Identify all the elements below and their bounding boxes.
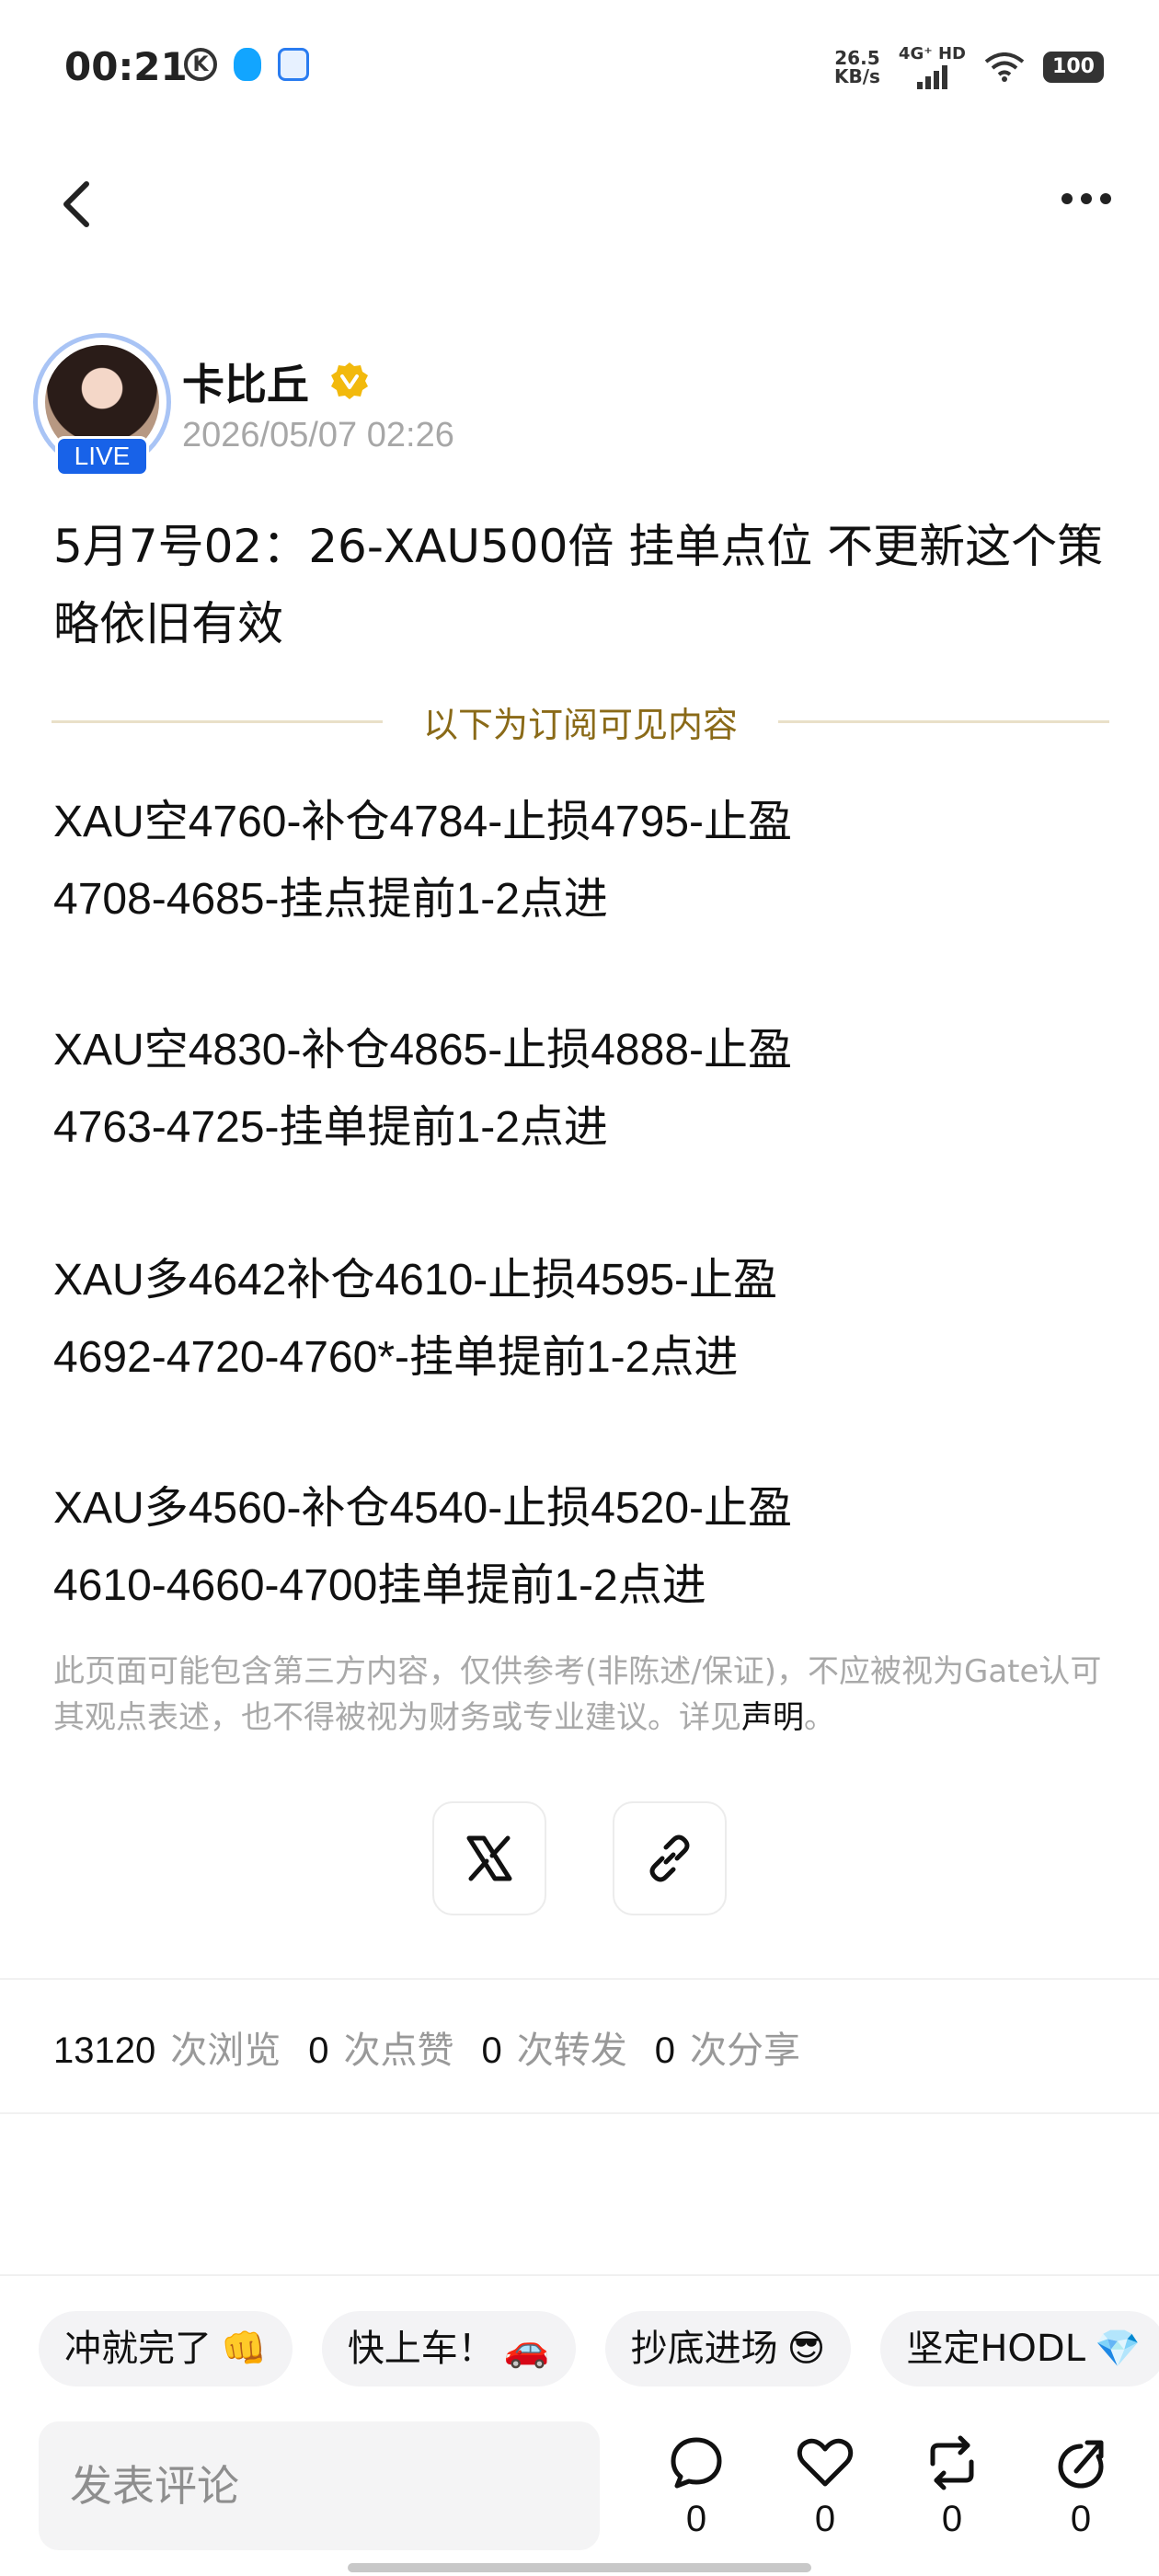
disclaimer-end: 。 [804,1699,835,1736]
subscription-label: 以下为订阅可见内容 [423,704,739,745]
quick-reply-chips: 冲就完了 👊 快上车！ 🚗 抄底进场 😎 坚定HODL 💎 [39,2311,1159,2386]
speed-value: 26.5 [834,46,880,69]
live-badge[interactable]: LIVE [55,436,149,477]
repost-icon [930,2435,974,2490]
strategy-block: XAU多4642补仓4610-止损4595-止盈 4692-4720-4760*… [53,1242,1111,1397]
chip-text: 坚定HODL [906,2328,1085,2370]
strategy-line: 4708-4685-挂点提前1-2点进 [53,875,608,924]
car-emoji-icon: 🚗 [503,2328,550,2370]
more-options-icon[interactable] [1061,193,1111,204]
divider [0,1978,1159,1980]
post-stats: 13120 次浏览 0 次点赞 0 次转发 0 次分享 [53,2020,828,2074]
subscription-divider: 以下为订阅可见内容 [52,694,1110,749]
comment-action[interactable]: 0 [655,2432,738,2540]
fist-emoji-icon: 👊 [221,2328,267,2370]
shares-label: 次分享 [689,2030,800,2072]
wifi-icon [984,52,1025,82]
heart-icon [797,2438,854,2487]
qq-icon [234,48,261,81]
divider [0,2112,1159,2114]
k-app-icon: K [184,48,217,81]
sunglasses-emoji-icon: 😎 [786,2328,826,2370]
network-type: 4G⁺ HD [898,44,966,63]
disclaimer-text: 此页面可能包含第三方内容，仅供参考(非陈述/保证)，不应被视为Gate认可其观点… [53,1653,1102,1736]
reposts-count: 0 [481,2030,502,2071]
like-action[interactable]: 0 [784,2432,866,2540]
author-avatar[interactable]: LIVE [33,333,173,480]
strategy-block: XAU空4760-补仓4784-止损4795-止盈 4708-4685-挂点提前… [53,784,1111,938]
signal-icon [916,63,947,89]
strategy-line: XAU空4760-补仓4784-止损4795-止盈 [53,798,792,846]
quick-reply-chip[interactable]: 抄底进场 😎 [604,2311,852,2386]
strategy-line: XAU空4830-补仓4865-止损4888-止盈 [53,1026,792,1075]
share-x-button[interactable] [432,1801,546,1915]
strategy-line: XAU多4560-补仓4540-止损4520-止盈 [53,1484,792,1533]
share-action[interactable]: 0 [1039,2432,1122,2540]
comment-icon [671,2437,722,2489]
chip-text: 冲就完了 [64,2328,212,2370]
author-name[interactable]: 卡比丘 [182,351,309,412]
divider-line-left [52,719,383,723]
comment-input[interactable]: 发表评论 [39,2421,600,2550]
system-status: 26.5 KB/s 4G⁺ HD 100 [834,44,1104,89]
status-time: 00:21 [64,44,188,89]
shares-count: 0 [654,2030,675,2071]
strategy-block: XAU空4830-补仓4865-止损4888-止盈 4763-4725-挂单提前… [53,1012,1111,1167]
app-notification-icon [278,48,309,81]
strategy-line: 4692-4720-4760*-挂单提前1-2点进 [53,1333,739,1382]
network-speed: 26.5 KB/s [834,49,880,86]
speed-unit: KB/s [833,64,880,87]
like-count: 0 [814,2499,836,2539]
repost-action[interactable]: 0 [911,2432,993,2540]
back-arrow-icon[interactable] [55,180,99,228]
verified-badge-icon [331,362,368,399]
comment-count: 0 [685,2499,707,2539]
gem-emoji-icon: 💎 [1094,2328,1141,2370]
copy-link-button[interactable] [613,1801,727,1915]
strategy-block: XAU多4560-补仓4540-止损4520-止盈 4610-4660-4700… [53,1470,1111,1625]
disclaimer: 此页面可能包含第三方内容，仅供参考(非陈述/保证)，不应被视为Gate认可其观点… [53,1649,1102,1741]
cellular-status: 4G⁺ HD [899,44,966,89]
share-icon [1058,2440,1104,2489]
reposts-label: 次转发 [516,2030,627,2072]
post-title: 5月7号02：26-XAU500倍 挂单点位 不更新这个策略依旧有效 [53,520,1104,650]
share-count: 0 [1070,2499,1092,2539]
post-timestamp: 2026/05/07 02:26 [182,416,454,454]
repost-count: 0 [941,2499,963,2539]
views-label: 次浏览 [170,2030,281,2072]
quick-reply-chip[interactable]: 冲就完了 👊 [39,2311,293,2386]
link-icon [649,1834,690,1882]
strategy-line: XAU多4642补仓4610-止损4595-止盈 [53,1256,778,1305]
quick-reply-chip[interactable]: 快上车！ 🚗 [321,2311,576,2386]
views-count: 13120 [53,2030,156,2071]
likes-count: 0 [308,2030,329,2071]
divider-line-right [778,719,1110,723]
home-indicator[interactable] [348,2563,811,2572]
likes-label: 次点赞 [343,2030,454,2072]
strategy-line: 4610-4660-4700挂单提前1-2点进 [53,1561,706,1610]
strategy-line: 4763-4725-挂单提前1-2点进 [53,1103,608,1152]
x-logo-icon [466,1835,512,1881]
chip-text: 快上车！ [347,2328,495,2370]
status-bar: 00:21 K 26.5 KB/s 4G⁺ HD 100 [0,0,1159,138]
disclaimer-link[interactable]: 声明 [741,1699,804,1736]
battery-icon: 100 [1043,51,1104,83]
chip-text: 抄底进场 [630,2328,778,2370]
quick-reply-chip[interactable]: 坚定HODL 💎 [880,2311,1159,2386]
notification-icons: K [184,48,309,81]
